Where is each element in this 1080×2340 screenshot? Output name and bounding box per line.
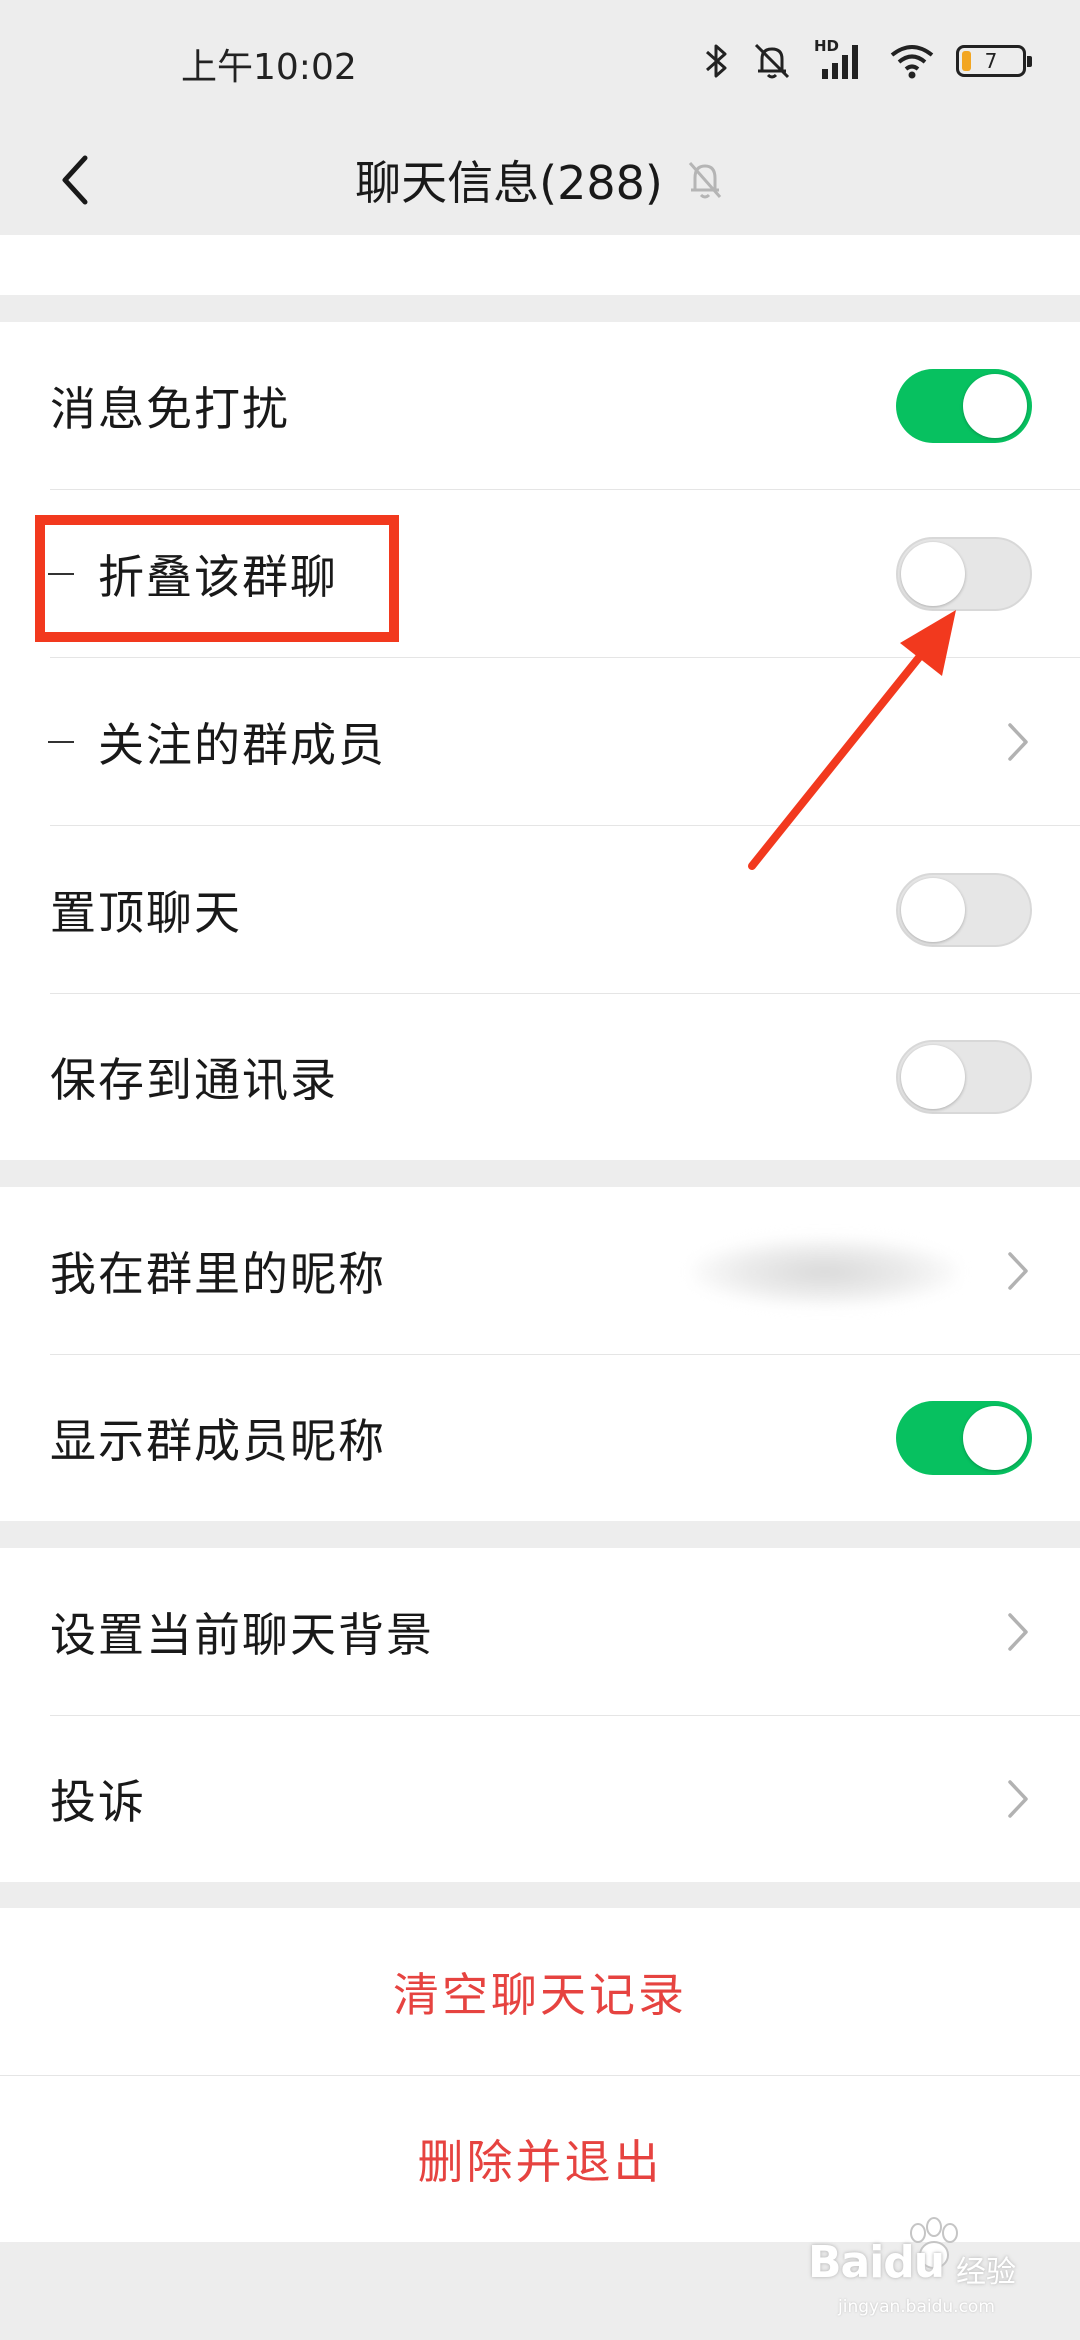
watermark-cn: 经验: [956, 2255, 1016, 2290]
baidu-jingyan-watermark: Baidu 经验 jingyan.baidu.com: [808, 2215, 1048, 2325]
watermark-brand: Baidu: [808, 2237, 945, 2288]
annotation-arrow-icon: [748, 610, 956, 870]
watermark-url: jingyan.baidu.com: [838, 2297, 995, 2317]
battery-level: 7: [984, 49, 998, 73]
